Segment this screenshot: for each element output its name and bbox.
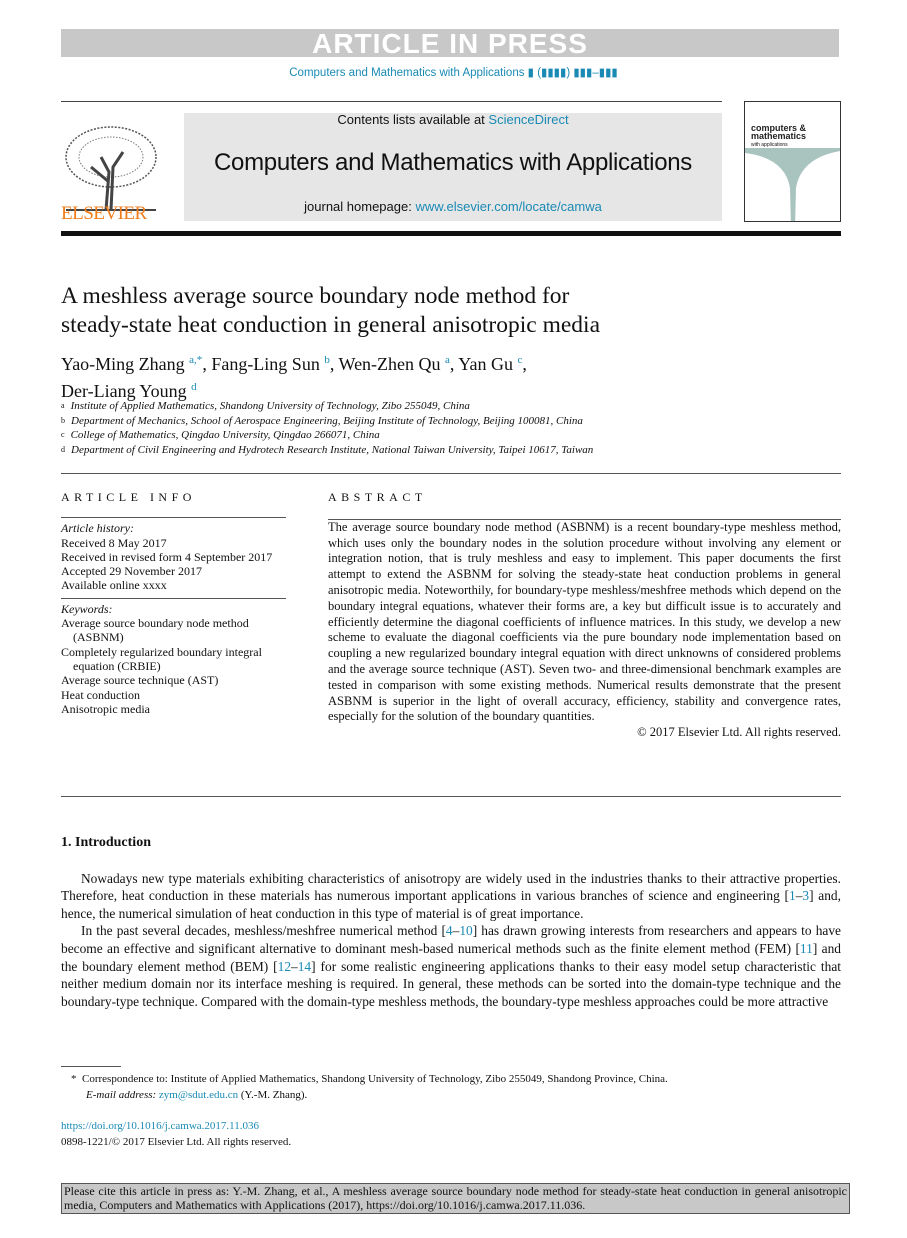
- author-name[interactable]: Der-Liang Young: [61, 381, 187, 401]
- journal-banner: Contents lists available at ScienceDirec…: [184, 113, 722, 221]
- keyword: Anisotropic media: [61, 701, 150, 716]
- abstract-text: The average source boundary node method …: [328, 519, 841, 724]
- affil-text: College of Mathematics, Qingdao Universi…: [70, 429, 380, 441]
- divider: [328, 518, 841, 520]
- footnotes: * Correspondence to: Institute of Applie…: [61, 1072, 841, 1150]
- divider: [61, 517, 286, 519]
- homepage-link[interactable]: www.elsevier.com/locate/camwa: [415, 199, 601, 214]
- author-list: Yao-Ming Zhang a,*, Fang-Ling Sun b, Wen…: [61, 354, 527, 401]
- reference-link[interactable]: 10: [459, 923, 472, 938]
- email-suffix: (Y.-M. Zhang).: [238, 1088, 308, 1101]
- article-title: A meshless average source boundary node …: [61, 282, 781, 340]
- affil-mark: a: [61, 401, 65, 410]
- reference-link[interactable]: 4: [446, 923, 453, 938]
- elsevier-wordmark: ELSEVIER: [61, 203, 147, 224]
- history-item: Accepted 29 November 2017: [61, 564, 202, 579]
- author-name[interactable]: Yan Gu: [458, 354, 513, 374]
- email-link[interactable]: zym@sdut.edu.cn: [159, 1089, 238, 1101]
- journal-title: Computers and Mathematics with Applicati…: [214, 149, 692, 176]
- cover-title: computers & mathematics: [751, 123, 807, 141]
- correspondence: Correspondence to: Institute of Applied …: [82, 1073, 668, 1085]
- author-affil-mark[interactable]: a: [445, 354, 450, 366]
- divider: [61, 796, 841, 797]
- divider: [61, 597, 286, 599]
- affiliations: a Institute of Applied Mathematics, Shand…: [61, 399, 593, 457]
- email-label: E-mail address:: [86, 1088, 159, 1101]
- abstract: ABSTRACT The average source boundary nod…: [328, 490, 841, 741]
- reference-link[interactable]: 11: [800, 941, 813, 956]
- affiliation: a Institute of Applied Mathematics, Shand…: [61, 399, 593, 414]
- citation-box: Please cite this article in press as: Y.…: [61, 1183, 850, 1214]
- journal-cover: computers & mathematics with application…: [744, 101, 841, 222]
- footnote-rule: [61, 1066, 121, 1067]
- text-run: Nowadays new type materials exhibiting c…: [61, 870, 841, 904]
- affil-text: Department of Civil Engineering and Hydr…: [71, 443, 594, 456]
- author-name[interactable]: Yao-Ming Zhang: [61, 354, 185, 374]
- reference-link[interactable]: 1: [789, 888, 796, 903]
- footnote-star: *: [71, 1073, 77, 1085]
- author-affil-mark[interactable]: b: [324, 354, 330, 366]
- sciencedirect-link[interactable]: ScienceDirect: [488, 112, 568, 127]
- affiliation: d Department of Civil Engineering and Hyd…: [61, 443, 593, 458]
- article-info: ARTICLE INFO Article history: Received 8…: [61, 490, 286, 716]
- issn-copyright: 0898-1221/© 2017 Elsevier Ltd. All right…: [61, 1135, 292, 1148]
- divider: [61, 473, 841, 474]
- affiliation: b Department of Mechanics, School of Aero…: [61, 414, 593, 429]
- cover-art: [745, 148, 840, 221]
- abstract-heading: ABSTRACT: [328, 490, 427, 504]
- author-affil-mark[interactable]: a,*: [189, 354, 202, 366]
- doi-link[interactable]: https://doi.org/10.1016/j.camwa.2017.11.…: [61, 1119, 841, 1135]
- contents-label: Contents lists available at: [337, 112, 489, 127]
- history-item: Available online xxxx: [61, 578, 167, 593]
- paragraph: In the past several decades, meshless/me…: [61, 922, 841, 1010]
- journal-reference[interactable]: Computers and Mathematics with Applicati…: [0, 65, 907, 79]
- text-run: In the past several decades, meshless/me…: [81, 923, 446, 939]
- reference-link[interactable]: 12: [278, 959, 291, 974]
- author-affil-mark[interactable]: c: [517, 354, 522, 366]
- page: ARTICLE IN PRESS Computers and Mathemati…: [0, 0, 907, 1238]
- author-name[interactable]: Wen-Zhen Qu: [339, 354, 441, 374]
- text-run: –: [291, 958, 298, 974]
- section-heading: 1. Introduction: [61, 835, 151, 850]
- keyword: Heat conduction: [61, 687, 140, 702]
- affil-text: Department of Mechanics, School of Aeros…: [71, 414, 583, 427]
- author-name[interactable]: Fang-Ling Sun: [211, 354, 320, 374]
- history-label: Article history:: [61, 521, 134, 536]
- copyright: © 2017 Elsevier Ltd. All rights reserved…: [637, 725, 841, 740]
- keyword: Average source boundary node method (ASB…: [61, 616, 249, 645]
- homepage-label: journal homepage:: [304, 199, 416, 214]
- header-rule: [61, 231, 841, 236]
- divider: [61, 101, 722, 102]
- article-info-heading: ARTICLE INFO: [61, 490, 196, 504]
- affil-text: Institute of Applied Mathematics, Shando…: [70, 400, 470, 412]
- history-item: Received 8 May 2017: [61, 535, 167, 550]
- affil-mark: b: [61, 415, 65, 425]
- title-line: steady-state heat conduction in general …: [61, 312, 600, 338]
- title-line: A meshless average source boundary node …: [61, 283, 570, 309]
- keyword: Completely regularized boundary integral…: [61, 644, 262, 673]
- paragraph: Nowadays new type materials exhibiting c…: [61, 870, 841, 923]
- affil-mark: d: [61, 444, 65, 454]
- history-item: Received in revised form 4 September 201…: [61, 549, 273, 564]
- article-in-press-banner: ARTICLE IN PRESS: [61, 29, 839, 58]
- keyword: Average source technique (AST): [61, 673, 219, 688]
- introduction-section: 1. Introduction Nowadays new type materi…: [61, 834, 841, 1010]
- author-affil-mark[interactable]: d: [191, 381, 197, 393]
- reference-link[interactable]: 14: [298, 959, 311, 974]
- keywords-label: Keywords:: [61, 601, 113, 616]
- affil-mark: c: [61, 430, 65, 439]
- affiliation: c College of Mathematics, Qingdao Univers…: [61, 428, 593, 443]
